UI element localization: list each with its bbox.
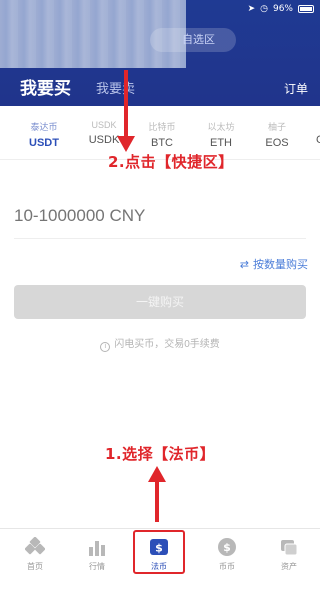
- coin-symbol: USDK: [88, 134, 120, 146]
- input-underline: [14, 238, 306, 239]
- coin-cn-label: [316, 120, 320, 130]
- coin-tab-eth[interactable]: 以太坊 ETH: [193, 120, 249, 149]
- switch-label: 按数量购买: [253, 259, 308, 271]
- status-bar: ➤ ◷ 96%: [248, 2, 314, 16]
- coin-cn-label: 泰达币: [30, 122, 58, 132]
- assets-icon: [281, 540, 298, 556]
- nav-home[interactable]: 首页: [10, 537, 60, 572]
- search-pill[interactable]: 自选区: [150, 28, 236, 52]
- coin-symbol: USDT: [29, 137, 59, 149]
- nav-coin[interactable]: $ 币币: [202, 537, 252, 572]
- amount-input[interactable]: [14, 202, 306, 230]
- coin-cn-label: 以太坊: [207, 122, 235, 132]
- annotation-step1: 1.选择【法币】: [105, 445, 216, 463]
- buy-by-quantity-link[interactable]: ⇄ 按数量购买: [240, 256, 308, 272]
- coin-cn-label: USDK: [91, 120, 117, 130]
- nav-label: 币币: [219, 562, 235, 571]
- tab-buy[interactable]: 我要买: [20, 74, 71, 99]
- nav-market[interactable]: 行情: [72, 537, 122, 572]
- svg-text:$: $: [223, 541, 231, 554]
- home-icon: [25, 537, 45, 555]
- coin-symbol: BTC: [151, 137, 173, 149]
- coin-cn-label: 比特币: [148, 122, 176, 132]
- coin-tab-usdk[interactable]: USDK USDK: [76, 120, 132, 146]
- coin-tab-btc[interactable]: 比特币 BTC: [134, 120, 190, 149]
- coin-symbol: C: [316, 134, 320, 146]
- coin-tab-usdt[interactable]: 泰达币 USDT: [16, 120, 72, 149]
- nav-label: 首页: [27, 562, 43, 571]
- fiat-highlight-box: [133, 530, 185, 574]
- swap-icon: ⇄: [239, 258, 249, 271]
- arrow-to-fiat: [148, 466, 166, 522]
- market-icon: [89, 541, 105, 556]
- battery-icon: [298, 5, 314, 13]
- tip-text: 闪电买币，交易0手续费: [114, 339, 220, 350]
- one-click-buy-button[interactable]: 一键购买: [14, 285, 306, 319]
- alarm-icon: ◷: [260, 4, 268, 14]
- annotation-step2: 2.点击【快捷区】: [108, 153, 234, 171]
- coin-icon: $: [218, 538, 236, 556]
- trade-tabs: 我要买 我要卖 订单: [0, 72, 320, 104]
- tab-sell[interactable]: 我要卖: [96, 78, 135, 97]
- location-icon: ➤: [247, 4, 256, 14]
- fee-tip: i 闪电买币，交易0手续费: [0, 335, 320, 352]
- coin-tab-partial[interactable]: C: [296, 120, 320, 146]
- nav-assets[interactable]: 资产: [264, 537, 314, 572]
- battery-text: 96%: [272, 4, 293, 14]
- nav-label: 资产: [281, 562, 297, 571]
- app-header: ➤ ◷ 96% 自选区 我要买 我要卖 订单: [0, 0, 320, 106]
- nav-label: 行情: [89, 562, 105, 571]
- orders-link[interactable]: 订单: [284, 80, 308, 97]
- info-icon: i: [100, 342, 111, 352]
- coin-symbol: ETH: [210, 137, 232, 149]
